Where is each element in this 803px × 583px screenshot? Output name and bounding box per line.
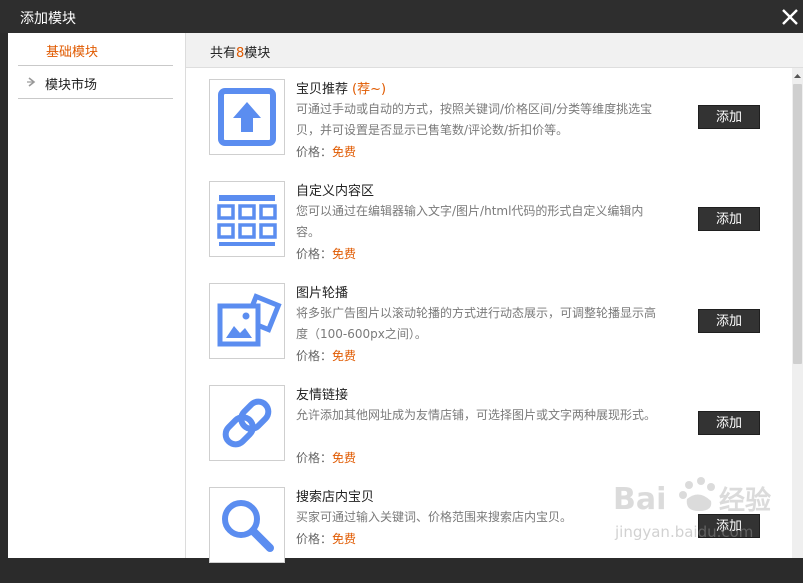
module-item: 图片轮播 将多张广告图片以滚动轮播的方式进行动态展示，可调整轮播显示高度（100… [209,283,784,379]
close-icon[interactable] [780,7,800,27]
module-name: 友情链接 [296,388,349,403]
module-price: 价格：免费 [296,532,357,546]
module-price: 价格：免费 [296,451,357,465]
add-module-button[interactable]: 添加 [698,411,760,435]
module-description: 将多张广告图片以滚动轮播的方式进行动态展示，可调整轮播显示高度（100-600p… [296,306,657,341]
module-category-sidebar: 基础模块 模块市场 [8,33,186,558]
module-price: 价格：免费 [296,145,357,159]
sidebar-item-module-market[interactable]: 模块市场 [18,66,173,99]
module-count-text: 共有8模块 [210,46,271,61]
grid-layout-icon [217,195,277,246]
module-thumbnail [209,283,285,359]
module-description: 允许添加其他网址成为友情店铺，可选择图片或文字两种展现形式。 [296,408,657,422]
add-module-button[interactable]: 添加 [698,207,760,231]
scroll-up-icon[interactable] [793,70,802,80]
recommend-tag: (荐~) [352,82,387,97]
module-description: 买家可通过输入关键词、价格范围来搜索店内宝贝。 [296,510,573,524]
sidebar-item-basic-modules[interactable]: 基础模块 [18,33,173,66]
vertical-scrollbar[interactable] [792,68,803,558]
module-count-header: 共有8模块 [186,33,803,68]
module-name: 搜索店内宝贝 [296,490,375,505]
module-name: 宝贝推荐 (荐~) [296,82,387,97]
module-item: 搜索店内宝贝 买家可通过输入关键词、价格范围来搜索店内宝贝。 价格：免费 添加 [209,487,784,583]
module-item: 自定义内容区 您可以通过在编辑器输入文字/图片/html代码的形式自定义编辑内容… [209,181,784,277]
module-item: 友情链接 允许添加其他网址成为友情店铺，可选择图片或文字两种展现形式。 价格：免… [209,385,784,481]
chain-link-icon [222,398,272,448]
module-item: 宝贝推荐 (荐~) 可通过手动或自动的方式，按照关键词/价格区间/分类等维度挑选宝… [209,79,784,175]
module-thumbnail [209,487,285,563]
add-module-button[interactable]: 添加 [698,309,760,333]
add-module-button[interactable]: 添加 [698,105,760,129]
module-name: 图片轮播 [296,286,349,301]
dialog-titlebar: 添加模块 [0,0,803,33]
add-module-button[interactable]: 添加 [698,514,760,538]
module-thumbnail [209,181,285,257]
module-description: 可通过手动或自动的方式，按照关键词/价格区间/分类等维度挑选宝贝，并可设置是否显… [296,102,653,137]
module-list-panel: 共有8模块 宝贝推荐 (荐~) 可通过手动或自动的方式，按照关键词/价格区间/分类… [186,33,803,563]
module-price: 价格：免费 [296,247,357,261]
sidebar-item-label: 模块市场 [45,78,98,93]
search-magnifier-icon [222,500,274,552]
module-description: 您可以通过在编辑器输入文字/图片/html代码的形式自定义编辑内容。 [296,204,644,239]
module-thumbnail [209,385,285,461]
module-name: 自定义内容区 [296,184,375,199]
scrollbar-thumb[interactable] [793,84,802,364]
module-price: 价格：免费 [296,349,357,363]
image-carousel-icon [217,293,282,347]
upload-arrow-icon [218,88,276,146]
sidebar-item-label: 基础模块 [46,45,99,60]
dialog-title: 添加模块 [20,11,76,27]
chevron-right-icon [27,76,37,88]
add-module-dialog: 基础模块 模块市场 共有8模块 宝贝推荐 (荐~) 可通过手动或自动的方式，按照… [8,33,803,563]
module-thumbnail [209,79,285,155]
